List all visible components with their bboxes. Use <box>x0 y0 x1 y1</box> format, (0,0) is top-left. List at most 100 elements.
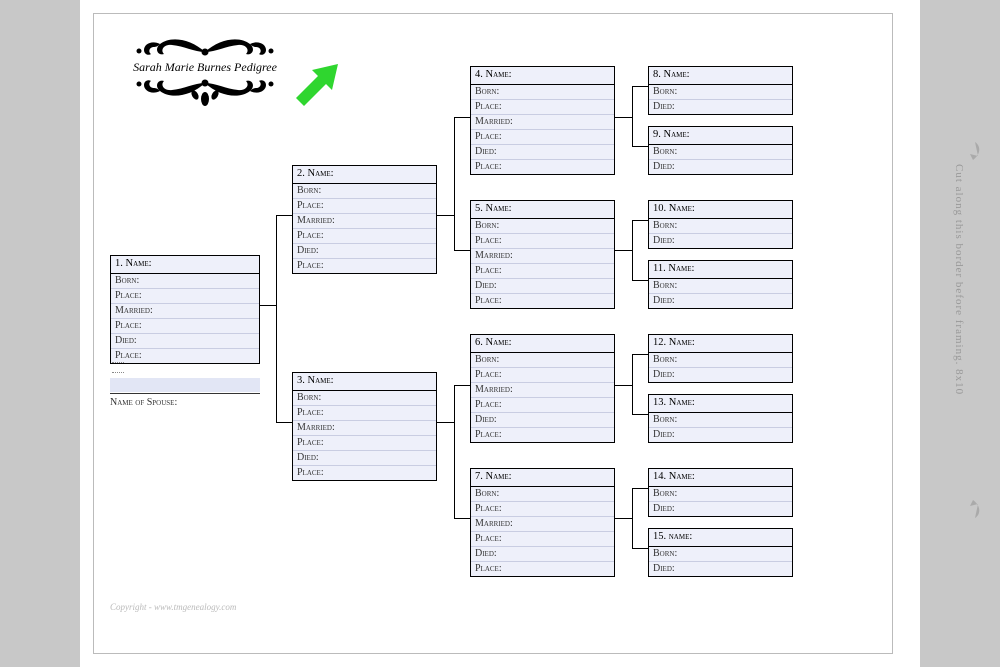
connector <box>632 146 648 147</box>
page-content: Sarah Marie Burnes Pedigree <box>110 30 880 640</box>
pedigree-title: Sarah Marie Burnes Pedigree <box>110 58 300 77</box>
field-died: Died: <box>649 428 792 442</box>
side-instruction: Cut along this border before framing. 8x… <box>965 140 985 520</box>
field-place: Place: <box>471 562 614 576</box>
box-head: Name: <box>669 337 695 348</box>
box-head: name: <box>669 531 693 542</box>
person-box-5: 5. Name: Born: Place: Married: Place: Di… <box>470 200 615 309</box>
box-num: 3. <box>297 375 305 386</box>
box-num: 14. <box>653 471 666 482</box>
person-box-10: 10. Name: Born: Died: <box>648 200 793 249</box>
connector <box>454 250 470 251</box>
box-head: Name: <box>308 168 334 179</box>
field-place: Place: <box>111 349 259 363</box>
person-box-4: 4. Name: Born: Place: Married: Place: Di… <box>470 66 615 175</box>
connector <box>632 548 648 549</box>
curve-top-icon <box>967 140 983 162</box>
box-head: Name: <box>664 129 690 140</box>
connector <box>632 220 633 280</box>
field-place: Place: <box>293 406 436 421</box>
field-born: Born: <box>649 279 792 294</box>
field-place: Place: <box>471 502 614 517</box>
connector <box>615 117 632 118</box>
field-died: Died: <box>649 234 792 248</box>
box-num: 13. <box>653 397 666 408</box>
box-num: 2. <box>297 168 305 179</box>
spouse-underline <box>110 393 260 394</box>
connector <box>632 414 648 415</box>
field-died: Died: <box>649 368 792 382</box>
field-died: Died: <box>293 244 436 259</box>
field-died: Died: <box>649 160 792 174</box>
field-born: Born: <box>293 184 436 199</box>
field-married: Married: <box>293 421 436 436</box>
field-place: Place: <box>471 398 614 413</box>
box-head: Name: <box>669 397 695 408</box>
field-born: Born: <box>649 413 792 428</box>
field-born: Born: <box>649 219 792 234</box>
copyright-text: Copyright - www.tmgenealogy.com <box>110 602 236 612</box>
box-head: Name: <box>126 258 152 269</box>
field-died: Died: <box>471 145 614 160</box>
person-box-12: 12. Name: Born: Died: <box>648 334 793 383</box>
person-box-3: 3. Name: Born: Place: Married: Place: Di… <box>292 372 437 481</box>
field-place: Place: <box>293 199 436 214</box>
connector <box>276 215 292 216</box>
field-died: Died: <box>293 451 436 466</box>
field-place: Place: <box>111 289 259 304</box>
connector <box>260 305 276 306</box>
box-num: 9. <box>653 129 661 140</box>
field-died: Died: <box>471 413 614 428</box>
connector <box>454 518 470 519</box>
spouse-connector <box>112 372 124 373</box>
box-num: 6. <box>475 337 483 348</box>
field-died: Died: <box>649 562 792 576</box>
person-box-8: 8. Name: Born: Died: <box>648 66 793 115</box>
field-married: Married: <box>471 383 614 398</box>
field-born: Born: <box>111 274 259 289</box>
green-arrow-icon <box>290 60 340 110</box>
field-born: Born: <box>649 487 792 502</box>
field-place: Place: <box>471 160 614 174</box>
box-num: 1. <box>115 258 123 269</box>
connector <box>632 488 648 489</box>
field-place: Place: <box>471 264 614 279</box>
connector <box>615 250 632 251</box>
box-head: Name: <box>668 263 694 274</box>
connector <box>632 488 633 548</box>
box-num: 5. <box>475 203 483 214</box>
field-born: Born: <box>471 219 614 234</box>
field-married: Married: <box>471 115 614 130</box>
box-head: Name: <box>669 471 695 482</box>
connector <box>632 354 648 355</box>
connector <box>632 354 633 414</box>
paper-outer: Sarah Marie Burnes Pedigree <box>80 0 920 667</box>
flourish-top-icon <box>130 30 280 58</box>
field-died: Died: <box>471 547 614 562</box>
connector <box>454 385 470 386</box>
field-died: Died: <box>471 279 614 294</box>
box-num: 7. <box>475 471 483 482</box>
connector <box>632 220 648 221</box>
connector <box>276 422 292 423</box>
box-head: Name: <box>664 69 690 80</box>
field-place: Place: <box>471 428 614 442</box>
spouse-fill <box>110 378 260 392</box>
field-place: Place: <box>111 319 259 334</box>
connector <box>615 518 632 519</box>
box-head: Name: <box>669 203 695 214</box>
person-box-2: 2. Name: Born: Place: Married: Place: Di… <box>292 165 437 274</box>
connector <box>454 117 455 250</box>
field-place: Place: <box>471 130 614 145</box>
box-num: 12. <box>653 337 666 348</box>
flourish-bottom-icon <box>130 77 280 113</box>
side-instruction-text: Cut along this border before framing. 8x… <box>953 164 965 494</box>
field-place: Place: <box>471 368 614 383</box>
box-num: 4. <box>475 69 483 80</box>
field-born: Born: <box>649 353 792 368</box>
field-born: Born: <box>293 391 436 406</box>
connector <box>437 422 454 423</box>
field-died: Died: <box>649 100 792 114</box>
person-box-6: 6. Name: Born: Place: Married: Place: Di… <box>470 334 615 443</box>
spouse-label: Name of Spouse: <box>110 397 177 408</box>
